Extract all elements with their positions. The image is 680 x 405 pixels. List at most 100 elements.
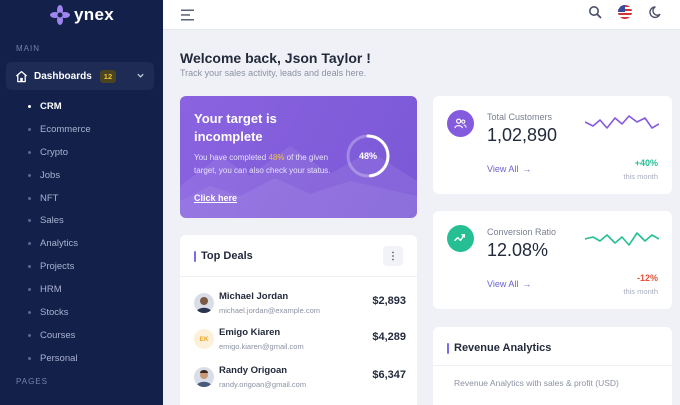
more-vertical-icon bbox=[392, 251, 394, 261]
sidebar: ynex MAIN Dashboards 12 CRM Ecommerce Cr… bbox=[0, 0, 163, 405]
users-icon bbox=[447, 110, 474, 137]
deal-name: Michael Jordan bbox=[219, 291, 289, 302]
arrow-right-icon: → bbox=[522, 164, 532, 174]
sidebar-item-label: CRM bbox=[40, 100, 62, 112]
page-title: Welcome back, Json Taylor ! bbox=[180, 50, 371, 66]
stat-value: 12.08% bbox=[487, 240, 549, 260]
page-subtitle: Track your sales activity, leads and dea… bbox=[180, 68, 367, 78]
dashboards-submenu: CRM Ecommerce Crypto Jobs NFT Sales Anal… bbox=[0, 95, 163, 370]
brand-name: ynex bbox=[74, 5, 114, 24]
bullet-icon bbox=[28, 356, 31, 360]
stat-value: 1,02,890 bbox=[487, 125, 558, 145]
sidebar-item-dashboards[interactable]: Dashboards 12 bbox=[6, 62, 154, 90]
sidebar-item-nft[interactable]: NFT bbox=[0, 187, 163, 210]
bullet-icon bbox=[28, 104, 31, 108]
stat-label: Conversion Ratio bbox=[487, 227, 557, 237]
bullet-icon bbox=[28, 310, 31, 314]
target-title: Your target is incomplete bbox=[194, 111, 277, 144]
sidebar-item-jobs[interactable]: Jobs bbox=[0, 164, 163, 187]
wave-icon bbox=[447, 225, 474, 252]
chevron-down-icon bbox=[137, 73, 144, 78]
dashboards-count-badge: 12 bbox=[99, 69, 117, 83]
sidebar-item-hrm[interactable]: HRM bbox=[0, 278, 163, 301]
bullet-icon bbox=[28, 242, 31, 246]
sidebar-item-label: HRM bbox=[40, 284, 62, 296]
sidebar-item-label: Sales bbox=[40, 215, 64, 227]
bullet-icon bbox=[28, 265, 31, 269]
target-desc-highlight: 48% bbox=[268, 153, 285, 162]
sidebar-item-sales[interactable]: Sales bbox=[0, 209, 163, 232]
deal-amount: $6,347 bbox=[372, 369, 406, 381]
target-desc-start: You have completed bbox=[194, 153, 269, 162]
sidebar-item-label: Stocks bbox=[40, 306, 69, 318]
click-here-link[interactable]: Click here bbox=[194, 193, 237, 203]
top-header bbox=[163, 0, 680, 30]
brand-logo[interactable]: ynex bbox=[0, 0, 163, 30]
bullet-icon bbox=[28, 333, 31, 337]
sidebar-item-crypto[interactable]: Crypto bbox=[0, 141, 163, 164]
bullet-icon bbox=[28, 150, 31, 154]
target-percent-label: 48% bbox=[358, 151, 377, 161]
sparkline-chart bbox=[585, 115, 659, 129]
target-card: Your target is incomplete You have compl… bbox=[180, 96, 417, 218]
sidebar-item-label: NFT bbox=[40, 192, 59, 204]
home-icon bbox=[15, 70, 28, 82]
moon-icon[interactable] bbox=[648, 4, 664, 20]
view-all-label: View All bbox=[487, 164, 519, 174]
sidebar-item-personal[interactable]: Personal bbox=[0, 347, 163, 370]
logo-icon bbox=[50, 5, 70, 25]
bullet-icon bbox=[28, 219, 31, 223]
deal-row[interactable]: Randy Origoan randy.origoan@gmail.com $6… bbox=[194, 365, 406, 395]
search-icon[interactable] bbox=[587, 4, 603, 20]
top-deals-card: Top Deals Michael Jordan michael.jordan@… bbox=[180, 235, 417, 405]
deal-amount: $2,893 bbox=[372, 295, 406, 307]
bullet-icon bbox=[28, 288, 31, 292]
sidebar-item-label: Jobs bbox=[40, 169, 61, 181]
sidebar-item-stocks[interactable]: Stocks bbox=[0, 301, 163, 324]
stat-period: this month bbox=[623, 287, 658, 296]
sidebar-item-ecommerce[interactable]: Ecommerce bbox=[0, 118, 163, 141]
deal-name: Randy Origoan bbox=[219, 365, 288, 376]
card-subtitle: Revenue Analytics with sales & profit (U… bbox=[454, 378, 619, 388]
bullet-icon bbox=[28, 196, 31, 200]
stat-period: this month bbox=[623, 172, 658, 181]
stat-card-total-customers: Total Customers 1,02,890 View All → +40% … bbox=[433, 96, 672, 194]
sidebar-item-analytics[interactable]: Analytics bbox=[0, 232, 163, 255]
sidebar-item-label: Projects bbox=[40, 261, 75, 273]
view-all-link[interactable]: View All → bbox=[487, 164, 531, 174]
sidebar-item-label: Ecommerce bbox=[40, 123, 91, 135]
more-options-button[interactable] bbox=[383, 246, 403, 266]
deal-name: Emigo Kiaren bbox=[219, 327, 281, 338]
revenue-analytics-card: Revenue Analytics Revenue Analytics with… bbox=[433, 327, 672, 405]
sidebar-item-label: Courses bbox=[40, 329, 76, 341]
deal-email: emigo.kiaren@gmail.com bbox=[219, 342, 304, 351]
view-all-link[interactable]: View All → bbox=[487, 279, 531, 289]
deal-email: michael.jordan@example.com bbox=[219, 306, 320, 315]
divider bbox=[180, 276, 417, 277]
stat-card-conversion-ratio: Conversion Ratio 12.08% View All → -12% t… bbox=[433, 211, 672, 309]
deal-amount: $4,289 bbox=[372, 331, 406, 343]
menu-icon[interactable] bbox=[181, 9, 195, 21]
avatar bbox=[194, 367, 214, 387]
deal-row[interactable]: Michael Jordan michael.jordan@example.co… bbox=[194, 291, 406, 321]
sidebar-item-label: Analytics bbox=[40, 238, 79, 250]
card-title: Top Deals bbox=[194, 250, 253, 262]
view-all-label: View All bbox=[487, 279, 519, 289]
bullet-icon bbox=[28, 127, 31, 131]
deal-row[interactable]: EK Emigo Kiaren emigo.kiaren@gmail.com $… bbox=[194, 327, 406, 357]
sidebar-item-courses[interactable]: Courses bbox=[0, 324, 163, 347]
sidebar-item-crm[interactable]: CRM bbox=[0, 95, 163, 118]
avatar bbox=[194, 293, 214, 313]
section-label-pages: PAGES bbox=[16, 377, 48, 386]
avatar: EK bbox=[194, 329, 214, 349]
us-flag-icon[interactable] bbox=[617, 4, 633, 20]
section-label-main: MAIN bbox=[16, 44, 40, 53]
deal-email: randy.origoan@gmail.com bbox=[219, 380, 307, 389]
divider bbox=[433, 365, 672, 366]
sidebar-item-label: Personal bbox=[40, 352, 78, 364]
sidebar-item-label: Crypto bbox=[40, 146, 68, 158]
sidebar-item-projects[interactable]: Projects bbox=[0, 255, 163, 278]
stat-change: +40% bbox=[634, 158, 658, 168]
bullet-icon bbox=[28, 173, 31, 177]
stat-change: -12% bbox=[636, 273, 658, 283]
